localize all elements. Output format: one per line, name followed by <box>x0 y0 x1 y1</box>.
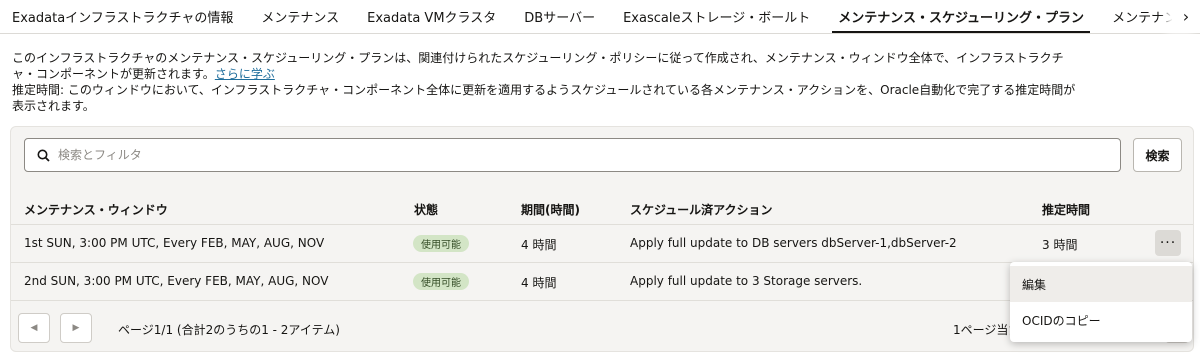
tab-maintenance-scheduling-plan[interactable]: メンテナンス・スケジューリング・プラン <box>824 0 1098 33</box>
tab-vm-clusters[interactable]: Exadata VMクラスタ <box>353 0 510 33</box>
row-actions-menu-button[interactable]: ··· <box>1155 230 1181 256</box>
header-divider <box>11 224 1193 225</box>
search-icon <box>37 149 50 162</box>
tab-scroll-right-icon[interactable]: › <box>1172 0 1200 33</box>
row-window: 1st SUN, 3:00 PM UTC, Every FEB, MAY, AU… <box>24 236 325 250</box>
row-duration: 4 時間 <box>521 238 557 252</box>
next-page-button[interactable]: ▶ <box>60 313 92 343</box>
row-actions-menu: 編集 OCIDのコピー <box>1010 262 1192 342</box>
search-field[interactable] <box>24 138 1121 172</box>
row-duration: 4 時間 <box>521 276 557 290</box>
row-estimated: 3 時間 <box>1042 238 1078 252</box>
row-action: Apply full update to DB servers dbServer… <box>630 236 957 250</box>
pagination-summary: ページ1/1 (合計2のうちの1 - 2アイテム) <box>118 323 340 337</box>
previous-page-button[interactable]: ◀ <box>18 313 50 343</box>
tab-infrastructure-info[interactable]: Exadataインフラストラクチャの情報 <box>0 0 247 33</box>
learn-more-link[interactable]: さらに学ぶ <box>215 67 275 81</box>
tab-maintenance[interactable]: メンテナンス <box>247 0 353 33</box>
menu-item-copy-ocid[interactable]: OCIDのコピー <box>1010 302 1192 338</box>
description-line-1: このインフラストラクチャのメンテナンス・スケジューリング・プランは、関連付けられ… <box>12 51 1064 81</box>
tab-bar: Exadataインフラストラクチャの情報 メンテナンス Exadata VMクラ… <box>0 0 1200 34</box>
tab-exascale-vaults[interactable]: Exascaleストレージ・ボールト <box>609 0 824 33</box>
description-line-2: 推定時間: このウィンドウにおいて、インフラストラクチャ・コンポーネント全体に更… <box>12 83 1076 113</box>
plan-description: このインフラストラクチャのメンテナンス・スケジューリング・プランは、関連付けられ… <box>12 50 1082 114</box>
header-estimated-time[interactable]: 推定時間 <box>1042 201 1090 218</box>
header-scheduled-action[interactable]: スケジュール済アクション <box>630 201 773 218</box>
row-action: Apply full update to 3 Storage servers. <box>630 274 863 288</box>
header-maintenance-window[interactable]: メンテナンス・ウィンドウ <box>24 201 168 218</box>
menu-item-edit[interactable]: 編集 <box>1010 266 1192 302</box>
chevron-right-icon: ▶ <box>72 323 80 333</box>
chevron-left-icon: ◀ <box>30 323 38 333</box>
row-window: 2nd SUN, 3:00 PM UTC, Every FEB, MAY, AU… <box>24 274 329 288</box>
search-input[interactable] <box>58 148 1058 162</box>
header-status[interactable]: 状態 <box>414 201 438 218</box>
tab-db-servers[interactable]: DBサーバー <box>510 0 609 33</box>
search-button[interactable]: 検索 <box>1133 138 1182 172</box>
header-duration[interactable]: 期間(時間) <box>521 201 580 218</box>
status-badge: 使用可能 <box>413 273 469 290</box>
status-badge: 使用可能 <box>413 235 469 252</box>
